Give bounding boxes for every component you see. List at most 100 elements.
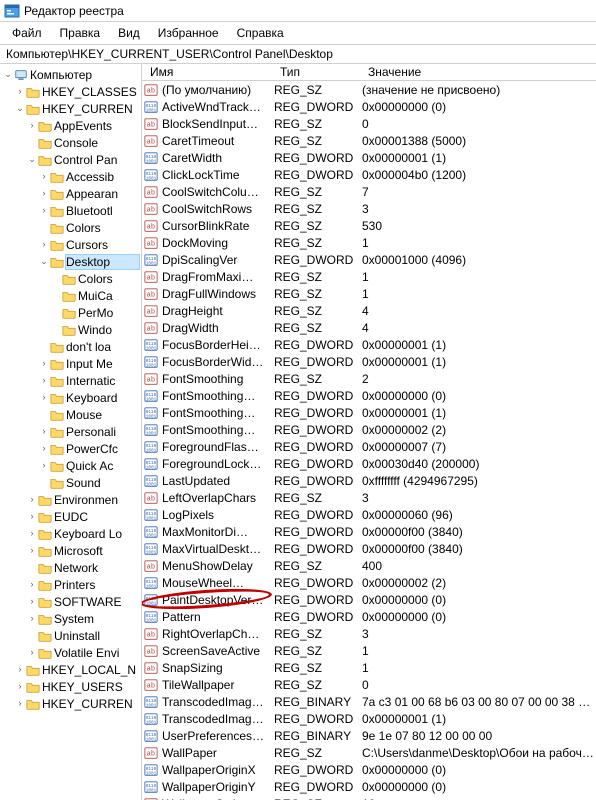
expand-icon[interactable] <box>26 630 38 642</box>
expand-icon[interactable] <box>50 307 62 319</box>
tree-item[interactable]: ⌄Control Pan <box>2 151 141 168</box>
value-row[interactable]: CursorBlinkRateREG_SZ530 <box>142 217 596 234</box>
tree-item[interactable]: Colors <box>2 270 141 287</box>
expand-icon[interactable]: › <box>38 460 50 472</box>
value-row[interactable]: LeftOverlapCharsREG_SZ3 <box>142 489 596 506</box>
value-row[interactable]: FontSmoothing…REG_DWORD0x00000000 (0) <box>142 387 596 404</box>
expand-icon[interactable]: › <box>38 171 50 183</box>
tree-item[interactable]: ›Cursors <box>2 236 141 253</box>
tree-item[interactable]: ›Printers <box>2 576 141 593</box>
value-row[interactable]: MouseWheel…REG_DWORD0x00000002 (2) <box>142 574 596 591</box>
value-row[interactable]: SnapSizingREG_SZ1 <box>142 659 596 676</box>
value-row[interactable]: CoolSwitchColu…REG_SZ7 <box>142 183 596 200</box>
expand-icon[interactable] <box>38 409 50 421</box>
expand-icon[interactable] <box>50 273 62 285</box>
value-row[interactable]: WallpaperOriginYREG_DWORD0x00000000 (0) <box>142 778 596 795</box>
tree-item[interactable]: Colors <box>2 219 141 236</box>
expand-icon[interactable]: › <box>26 545 38 557</box>
expand-icon[interactable]: › <box>14 664 26 676</box>
value-row[interactable]: LogPixelsREG_DWORD0x00000060 (96) <box>142 506 596 523</box>
expand-icon[interactable]: › <box>26 647 38 659</box>
value-row[interactable]: RightOverlapCh…REG_SZ3 <box>142 625 596 642</box>
tree-item[interactable]: ›AppEvents <box>2 117 141 134</box>
value-row[interactable]: (По умолчанию)REG_SZ(значение не присвое… <box>142 81 596 98</box>
tree-item[interactable]: ›HKEY_CURREN <box>2 695 141 712</box>
menu-item[interactable]: Вид <box>110 24 148 42</box>
tree-item[interactable]: Uninstall <box>2 627 141 644</box>
tree-item[interactable]: ›Personali <box>2 423 141 440</box>
value-row[interactable]: CaretTimeoutREG_SZ0x00001388 (5000) <box>142 132 596 149</box>
menu-item[interactable]: Файл <box>4 24 50 42</box>
expand-icon[interactable]: › <box>26 579 38 591</box>
tree-item[interactable]: PerMo <box>2 304 141 321</box>
menu-item[interactable]: Справка <box>229 24 292 42</box>
value-row[interactable]: WallpaperStyleREG_SZ10 <box>142 795 596 800</box>
tree-item[interactable]: ›System <box>2 610 141 627</box>
expand-icon[interactable]: › <box>38 392 50 404</box>
value-row[interactable]: TileWallpaperREG_SZ0 <box>142 676 596 693</box>
expand-icon[interactable]: ⌄ <box>38 256 50 268</box>
value-row[interactable]: PatternREG_DWORD0x00000000 (0) <box>142 608 596 625</box>
registry-tree[interactable]: ⌄Компьютер›HKEY_CLASSES⌄HKEY_CURREN›AppE… <box>0 64 142 800</box>
tree-item[interactable]: ›HKEY_LOCAL_N <box>2 661 141 678</box>
value-list[interactable]: Имя Тип Значение (По умолчанию)REG_SZ(зн… <box>142 64 596 800</box>
expand-icon[interactable] <box>38 222 50 234</box>
value-row[interactable]: TranscodedImag…REG_BINARY7a c3 01 00 68 … <box>142 693 596 710</box>
expand-icon[interactable] <box>50 324 62 336</box>
expand-icon[interactable]: › <box>26 613 38 625</box>
tree-item[interactable]: Network <box>2 559 141 576</box>
value-row[interactable]: DragHeightREG_SZ4 <box>142 302 596 319</box>
expand-icon[interactable]: › <box>38 205 50 217</box>
col-value[interactable]: Значение <box>362 64 596 80</box>
tree-item[interactable]: don't loa <box>2 338 141 355</box>
value-row[interactable]: CoolSwitchRowsREG_SZ3 <box>142 200 596 217</box>
tree-item[interactable]: ›HKEY_CLASSES <box>2 83 141 100</box>
expand-icon[interactable]: › <box>14 86 26 98</box>
expand-icon[interactable]: › <box>38 375 50 387</box>
value-row[interactable]: FontSmoothing…REG_DWORD0x00000001 (1) <box>142 404 596 421</box>
value-row[interactable]: DragWidthREG_SZ4 <box>142 319 596 336</box>
value-row[interactable]: FontSmoothing…REG_DWORD0x00000002 (2) <box>142 421 596 438</box>
expand-icon[interactable]: › <box>14 698 26 710</box>
value-row[interactable]: ClickLockTimeREG_DWORD0x000004b0 (1200) <box>142 166 596 183</box>
tree-item[interactable]: Sound <box>2 474 141 491</box>
expand-icon[interactable] <box>26 137 38 149</box>
tree-item[interactable]: ›Input Me <box>2 355 141 372</box>
expand-icon[interactable] <box>50 290 62 302</box>
value-row[interactable]: ForegroundFlas…REG_DWORD0x00000007 (7) <box>142 438 596 455</box>
expand-icon[interactable] <box>38 341 50 353</box>
col-name[interactable]: Имя <box>144 64 274 80</box>
expand-icon[interactable]: › <box>26 494 38 506</box>
tree-item[interactable]: ›EUDC <box>2 508 141 525</box>
value-row[interactable]: ActiveWndTrack…REG_DWORD0x00000000 (0) <box>142 98 596 115</box>
tree-item[interactable]: Windo <box>2 321 141 338</box>
tree-item[interactable]: ›Bluetootl <box>2 202 141 219</box>
tree-item[interactable]: ›Internatic <box>2 372 141 389</box>
tree-item[interactable]: ›Quick Ac <box>2 457 141 474</box>
value-row[interactable]: FontSmoothingREG_SZ2 <box>142 370 596 387</box>
tree-item[interactable]: ⌄Компьютер <box>2 66 141 83</box>
value-row[interactable]: WallPaperREG_SZC:\Users\danme\Desktop\Об… <box>142 744 596 761</box>
value-row[interactable]: DpiScalingVerREG_DWORD0x00001000 (4096) <box>142 251 596 268</box>
expand-icon[interactable]: › <box>26 120 38 132</box>
expand-icon[interactable]: › <box>26 596 38 608</box>
expand-icon[interactable]: ⌄ <box>14 103 26 115</box>
expand-icon[interactable]: › <box>38 426 50 438</box>
expand-icon[interactable] <box>26 562 38 574</box>
expand-icon[interactable]: › <box>38 443 50 455</box>
expand-icon[interactable]: › <box>38 239 50 251</box>
value-row[interactable]: LastUpdatedREG_DWORD0xffffffff (42949672… <box>142 472 596 489</box>
value-row[interactable]: ScreenSaveActiveREG_SZ1 <box>142 642 596 659</box>
value-row[interactable]: DragFullWindowsREG_SZ1 <box>142 285 596 302</box>
value-row[interactable]: FocusBorderHei…REG_DWORD0x00000001 (1) <box>142 336 596 353</box>
tree-item[interactable]: ›Appearan <box>2 185 141 202</box>
value-row[interactable]: MaxVirtualDeskt…REG_DWORD0x00000f00 (384… <box>142 540 596 557</box>
expand-icon[interactable]: › <box>26 528 38 540</box>
value-row[interactable]: MenuShowDelayREG_SZ400 <box>142 557 596 574</box>
value-row[interactable]: FocusBorderWid…REG_DWORD0x00000001 (1) <box>142 353 596 370</box>
menu-item[interactable]: Избранное <box>150 24 227 42</box>
tree-item[interactable]: Mouse <box>2 406 141 423</box>
value-row[interactable]: TranscodedImag…REG_DWORD0x00000001 (1) <box>142 710 596 727</box>
expand-icon[interactable] <box>38 477 50 489</box>
expand-icon[interactable]: › <box>38 188 50 200</box>
